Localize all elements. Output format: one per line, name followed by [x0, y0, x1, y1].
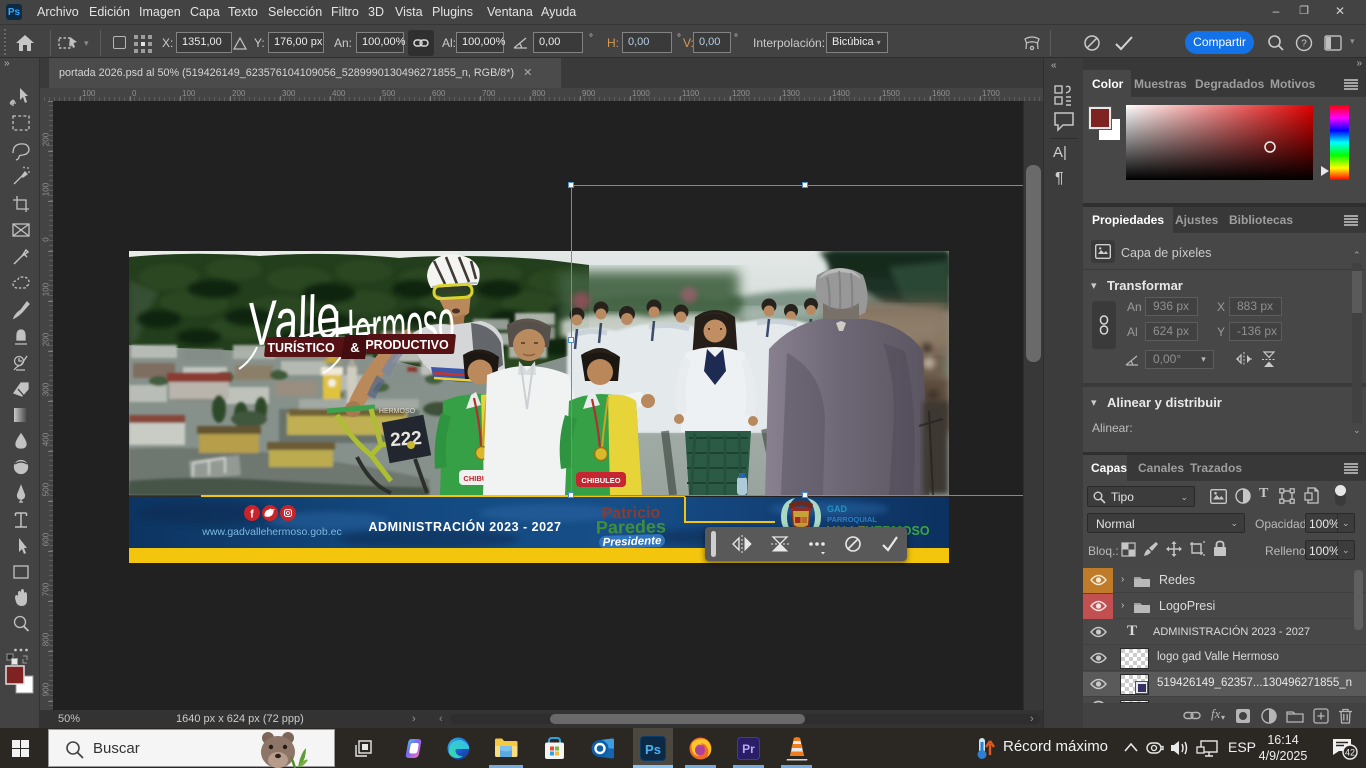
svg-text:TURÍSTICO: TURÍSTICO [267, 340, 335, 355]
svg-text:ADMINISTRACIÓN 2023 - 2027: ADMINISTRACIÓN 2023 - 2027 [369, 519, 562, 534]
svg-text:&: & [350, 340, 359, 355]
svg-text:PRODUCTIVO: PRODUCTIVO [365, 338, 449, 352]
svg-text:GAD: GAD [827, 504, 848, 514]
svg-text:HERMOSO: HERMOSO [379, 408, 416, 415]
svg-text:?: ? [1301, 39, 1307, 50]
svg-text:42: 42 [1345, 748, 1355, 758]
svg-text:PARROQUIAL: PARROQUIAL [827, 515, 877, 524]
svg-text:222: 222 [389, 428, 422, 451]
svg-text:Presidente: Presidente [602, 535, 662, 549]
svg-text:www.gadvallehermoso.gob.ec: www.gadvallehermoso.gob.ec [201, 526, 342, 538]
svg-text:CHIBULEO: CHIBULEO [581, 476, 620, 485]
svg-text:f: f [250, 509, 254, 521]
